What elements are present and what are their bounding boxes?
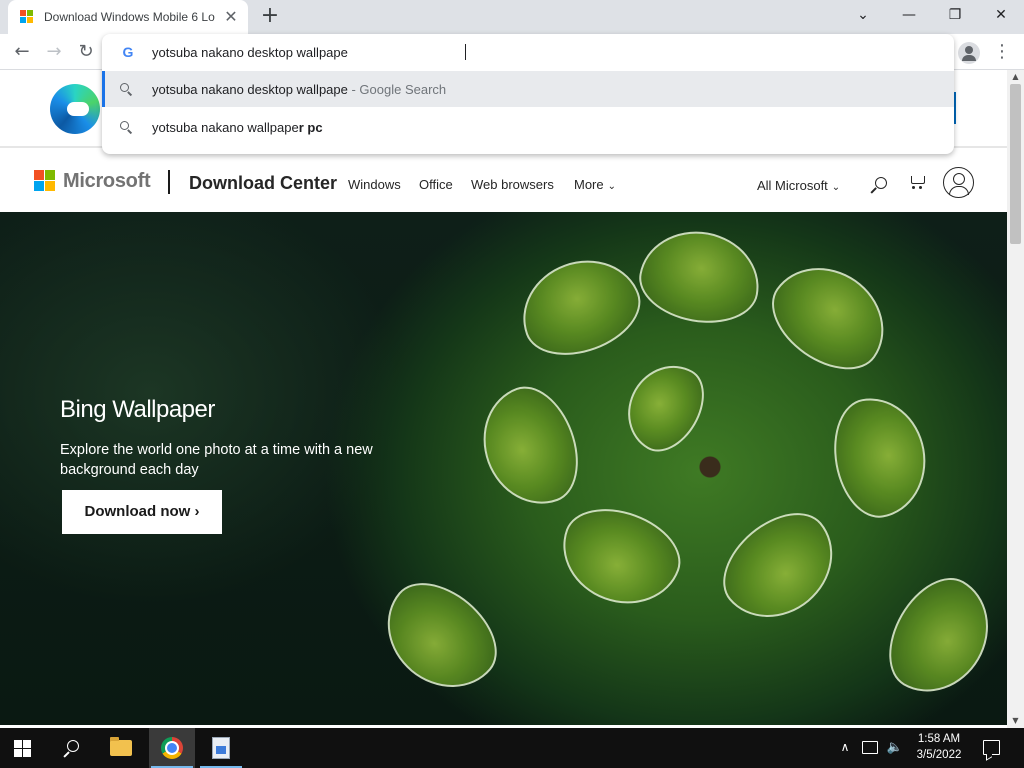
search-icon[interactable]: [870, 176, 888, 194]
download-now-button[interactable]: Download now ›: [62, 490, 222, 534]
minimize-button[interactable]: —: [886, 0, 932, 30]
nav-office[interactable]: Office: [419, 177, 453, 192]
text-caret: [465, 44, 466, 60]
close-window-button[interactable]: ✕: [978, 0, 1024, 30]
microsoft-wordmark[interactable]: Microsoft: [63, 170, 151, 193]
microsoft-logo-icon: [20, 10, 34, 24]
nav-web-browsers[interactable]: Web browsers: [471, 177, 554, 192]
search-icon: [118, 119, 134, 135]
succulent-leaf: [755, 245, 905, 389]
succulent-leaf: [705, 493, 855, 641]
search-icon: [118, 81, 134, 97]
cart-icon[interactable]: [908, 174, 926, 190]
succulent-leaf: [633, 222, 767, 332]
page-scrollbar[interactable]: ▲ ▼: [1007, 70, 1024, 728]
scroll-up-icon[interactable]: ▲: [1007, 70, 1024, 84]
suggestion-suffix: - Google Search: [347, 82, 447, 97]
notification-icon[interactable]: [983, 740, 1000, 755]
succulent-leaf: [365, 563, 515, 711]
nav-windows[interactable]: Windows: [348, 177, 401, 192]
succulent-leaf: [548, 494, 692, 620]
restore-button[interactable]: ❐: [932, 0, 978, 30]
succulent-leaf: [467, 375, 593, 519]
network-icon[interactable]: [862, 741, 878, 754]
tab-search-dropdown-icon[interactable]: ⌄: [840, 0, 886, 30]
hero-banner: Bing Wallpaper Explore the world one pho…: [0, 212, 1007, 725]
download-center-link[interactable]: Download Center: [189, 173, 337, 194]
scroll-down-icon[interactable]: ▼: [1007, 714, 1024, 728]
volume-icon[interactable]: 🔈: [886, 739, 904, 757]
account-icon[interactable]: [943, 167, 974, 198]
succulent-leaf: [825, 390, 935, 524]
folder-icon: [110, 737, 132, 756]
chevron-down-icon: ⌄: [831, 182, 841, 193]
new-tab-button[interactable]: +: [258, 5, 282, 29]
succulent-leaf: [871, 562, 1007, 712]
omnibox-dropdown: G yotsuba nakano desktop wallpape - Goog…: [102, 34, 954, 154]
back-button[interactable]: ←: [10, 40, 34, 64]
chevron-down-icon: ⌄: [607, 181, 617, 192]
address-bar-input[interactable]: [152, 42, 712, 62]
chrome-icon: [161, 737, 183, 759]
microsoft-header: Microsoft Download Center Windows Office…: [0, 150, 1007, 212]
browser-menu-icon[interactable]: ⋮: [992, 40, 1012, 64]
suggestion-text: yotsuba nakano desktop wallpape - Google…: [152, 82, 447, 97]
chevron-right-icon: ›: [194, 503, 200, 520]
browser-tab[interactable]: Download Windows Mobile 6 Lo ✕: [8, 0, 248, 34]
tab-title: Download Windows Mobile 6 Lo: [44, 10, 215, 24]
omnibox-suggestion[interactable]: yotsuba nakano desktop wallpape - Google…: [102, 71, 954, 107]
document-icon: [212, 737, 230, 759]
taskbar-file-explorer[interactable]: [98, 728, 144, 768]
omnibox-suggestion[interactable]: yotsuba nakano wallpaper pc: [102, 109, 954, 145]
taskbar-search-icon[interactable]: [62, 739, 82, 759]
profile-icon[interactable]: [958, 42, 980, 64]
tray-expand-icon[interactable]: ∧: [838, 740, 852, 754]
tab-strip: Download Windows Mobile 6 Lo ✕ + ⌄ — ❐ ✕: [0, 0, 1024, 34]
suggestion-text: yotsuba nakano wallpaper pc: [152, 120, 323, 135]
windows-taskbar: ∧ 🔈 1:58 AM 3/5/2022: [0, 728, 1024, 768]
all-microsoft-menu[interactable]: All Microsoft ⌄: [757, 178, 840, 193]
succulent-leaf: [612, 350, 718, 464]
suggestion-completion: r pc: [298, 120, 323, 135]
windows-start-icon[interactable]: [14, 740, 32, 757]
hero-description: Explore the world one photo at a time wi…: [60, 442, 373, 478]
google-icon: G: [122, 44, 134, 60]
clock-time[interactable]: 1:58 AM: [912, 733, 966, 745]
edge-logo-icon: [50, 84, 100, 134]
clock-date[interactable]: 3/5/2022: [912, 749, 966, 761]
tab-close-icon[interactable]: ✕: [222, 8, 240, 26]
succulent-leaf: [508, 244, 652, 370]
header-divider: [168, 170, 170, 194]
scroll-thumb[interactable]: [1010, 84, 1021, 244]
nav-more[interactable]: More ⌄: [574, 177, 616, 192]
forward-button[interactable]: →: [42, 40, 66, 64]
taskbar-chrome[interactable]: [149, 728, 195, 768]
reload-button[interactable]: ↻: [74, 40, 98, 64]
hero-title: Bing Wallpaper: [60, 396, 215, 423]
taskbar-document-app[interactable]: [198, 728, 244, 768]
microsoft-logo-icon[interactable]: [34, 170, 56, 192]
